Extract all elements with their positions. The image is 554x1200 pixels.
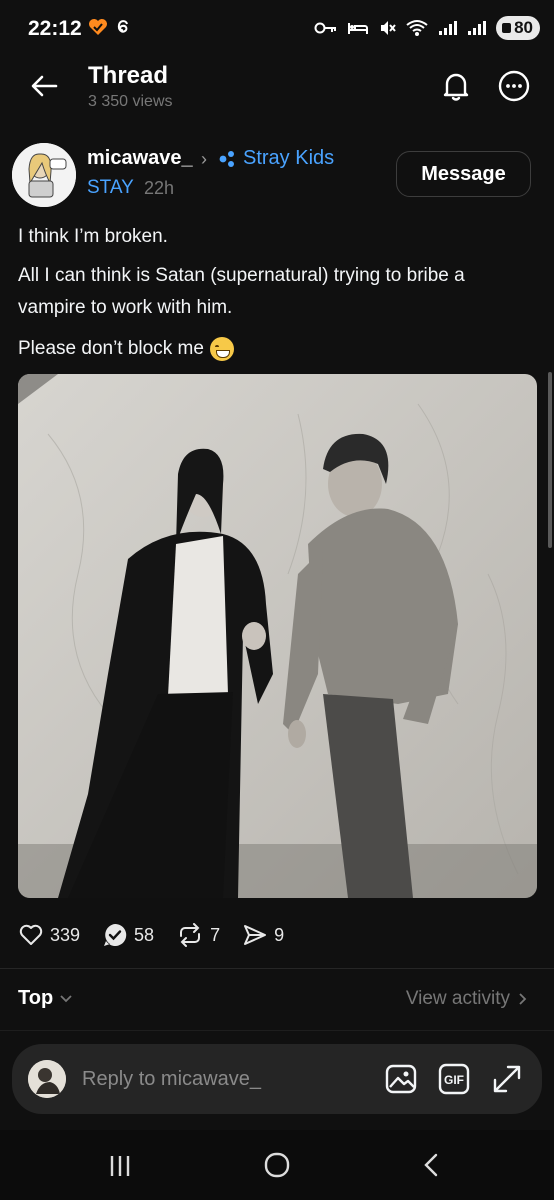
svg-text:GIF: GIF [444, 1073, 464, 1087]
reply-count: 58 [134, 924, 155, 945]
share-button[interactable]: 9 [242, 923, 284, 947]
home-icon[interactable] [257, 1148, 297, 1182]
chevron-right-icon: › [201, 149, 207, 169]
repost-button[interactable]: 7 [176, 923, 220, 947]
author-username[interactable]: micawave_ [87, 147, 193, 170]
wifi-icon [406, 20, 428, 36]
reply-input[interactable] [82, 1063, 372, 1095]
expand-icon[interactable] [490, 1062, 524, 1096]
key-icon [314, 22, 337, 34]
like-button[interactable]: 339 [18, 923, 80, 947]
page-title: Thread [88, 62, 169, 89]
system-navigation-bar [0, 1130, 554, 1200]
battery-indicator: 80 [496, 16, 540, 40]
scrollbar[interactable] [548, 372, 552, 548]
views-count: 3 350 views [88, 93, 173, 110]
mute-icon [381, 21, 396, 35]
reply-bar: GIF [12, 1044, 542, 1114]
author-avatar[interactable] [12, 143, 76, 207]
share-count: 9 [274, 924, 285, 945]
sort-dropdown[interactable]: Top [18, 987, 73, 1010]
divider [0, 968, 554, 969]
back-arrow-icon[interactable] [26, 68, 62, 104]
back-nav-icon[interactable] [412, 1148, 452, 1182]
community-icon [219, 150, 234, 167]
comment-check-icon [104, 923, 127, 946]
post-text-paragraph: Please don’t block me [18, 333, 234, 365]
grinning-sweat-emoji [209, 337, 234, 361]
author-flair: STAY [87, 177, 134, 198]
recent-apps-icon[interactable] [100, 1148, 140, 1182]
post-text-paragraph: All I can think is Satan (supernatural) … [18, 265, 465, 318]
bed-icon [348, 23, 369, 34]
sort-label: Top [18, 987, 54, 1009]
reply-button[interactable]: 58 [102, 922, 154, 948]
post-image[interactable] [18, 374, 537, 898]
post-text-line: Please don’t block me [18, 338, 204, 359]
repost-count: 7 [210, 924, 221, 945]
chevron-down-icon [60, 994, 72, 1002]
chevron-right-icon [519, 993, 527, 1005]
post-time: 22h [144, 178, 175, 198]
post-actions: 339 58 7 9 [18, 918, 306, 952]
send-icon [244, 925, 267, 945]
post-text-paragraph: I think I’m broken. [18, 226, 168, 247]
signal-icon [439, 21, 458, 35]
thread-header: Thread 3 350 views [0, 60, 554, 126]
like-count: 339 [50, 924, 81, 945]
community-link[interactable]: Stray Kids [218, 147, 334, 170]
more-options-icon[interactable] [494, 66, 534, 106]
signal-icon [468, 21, 487, 35]
clock: 22:12 [28, 17, 82, 40]
message-button[interactable]: Message [396, 151, 531, 197]
view-activity-label: View activity [405, 988, 510, 1009]
community-name: Stray Kids [243, 147, 335, 169]
status-bar: 22:12 80 [0, 0, 554, 60]
threads-icon [117, 20, 128, 33]
heart-icon [19, 924, 43, 945]
heart-check-icon [89, 19, 107, 35]
image-icon[interactable] [384, 1062, 418, 1096]
bell-icon[interactable] [436, 66, 476, 106]
repost-icon [180, 923, 201, 947]
user-avatar [28, 1060, 66, 1098]
divider [0, 1030, 554, 1031]
gif-icon[interactable]: GIF [437, 1062, 471, 1096]
view-activity-link[interactable]: View activity [406, 988, 528, 1010]
